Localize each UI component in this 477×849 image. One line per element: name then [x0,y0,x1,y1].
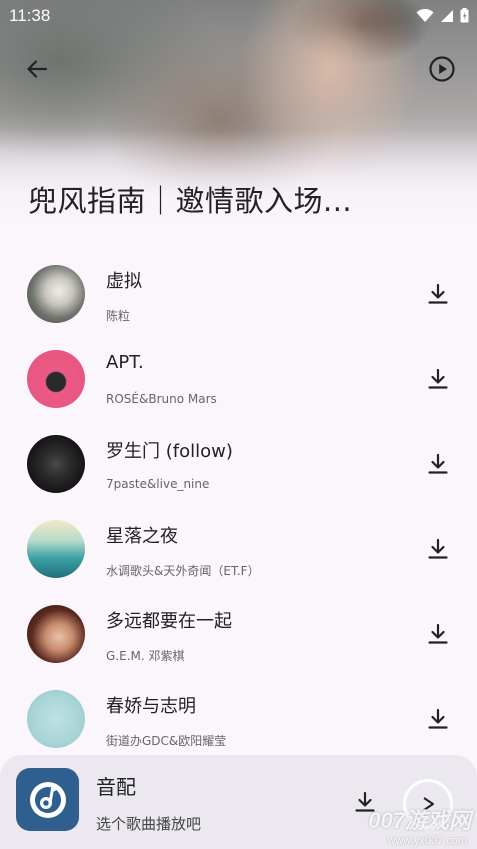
song-artist: 水调歌头&天外奇闻（ET.F） [106,564,260,578]
download-button[interactable] [425,536,451,562]
watermark-url: www.yx007.com [387,835,467,847]
song-row-6[interactable]: 春娇与志明 街道办GDC&欧阳耀莹 [0,678,477,763]
download-button[interactable] [425,621,451,647]
app-icon [16,768,79,831]
watermark-logo: 007游戏网 [368,808,471,833]
battery-icon [460,8,469,23]
song-cover [27,350,85,408]
song-cover [27,520,85,578]
song-artist: 7paste&live_nine [106,477,210,491]
song-artist: ROSÉ&Bruno Mars [106,392,217,406]
music-note-logo-icon [29,781,66,818]
play-all-button[interactable] [427,54,457,84]
screen: 11:38 兜风指南｜邀情歌入场... 虚拟 陈粒 APT. ROSÉ&Brun… [0,0,477,849]
player-title: 音配 [96,775,136,799]
mini-player[interactable]: 音配 选个歌曲播放吧 007游戏网 www.yx007.com [0,755,477,849]
player-subtitle: 选个歌曲播放吧 [96,815,202,833]
download-button[interactable] [425,706,451,732]
play-circle-icon [429,56,455,82]
song-title: 多远都要在一起 [106,611,232,632]
song-row-3[interactable]: 罗生门 (follow) 7paste&live_nine [0,423,477,508]
song-row-2[interactable]: APT. ROSÉ&Bruno Mars [0,338,477,423]
song-row-5[interactable]: 多远都要在一起 G.E.M. 邓紫棋 [0,593,477,678]
song-cover [27,690,85,748]
status-bar: 11:38 [0,0,477,34]
song-row-4[interactable]: 星落之夜 水调歌头&天外奇闻（ET.F） [0,508,477,593]
back-button[interactable] [22,54,52,84]
song-row-1[interactable]: 虚拟 陈粒 [0,253,477,338]
song-cover [27,605,85,663]
download-icon [428,368,448,389]
song-cover [27,435,85,493]
status-time: 11:38 [9,6,51,25]
wifi-icon [416,8,434,22]
song-title: 罗生门 (follow) [106,441,233,462]
arrow-left-icon [27,60,48,78]
download-icon [428,453,448,474]
status-icons [416,8,469,23]
playlist-title: 兜风指南｜邀情歌入场... [28,184,353,218]
download-button[interactable] [425,366,451,392]
download-icon [428,538,448,559]
song-title: APT. [106,352,144,373]
song-artist: 陈粒 [106,309,131,323]
song-cover [27,265,85,323]
song-artist: G.E.M. 邓紫棋 [106,649,185,663]
download-button[interactable] [425,281,451,307]
download-icon [428,708,448,729]
song-title: 春娇与志明 [106,696,196,717]
song-title: 虚拟 [106,271,142,292]
download-button[interactable] [425,451,451,477]
song-list: 虚拟 陈粒 APT. ROSÉ&Bruno Mars 罗生门 (follow) … [0,253,477,763]
signal-icon [441,9,453,22]
song-title: 星落之夜 [106,526,178,547]
song-artist: 街道办GDC&欧阳耀莹 [106,734,227,748]
download-icon [428,623,448,644]
download-icon [428,283,448,304]
